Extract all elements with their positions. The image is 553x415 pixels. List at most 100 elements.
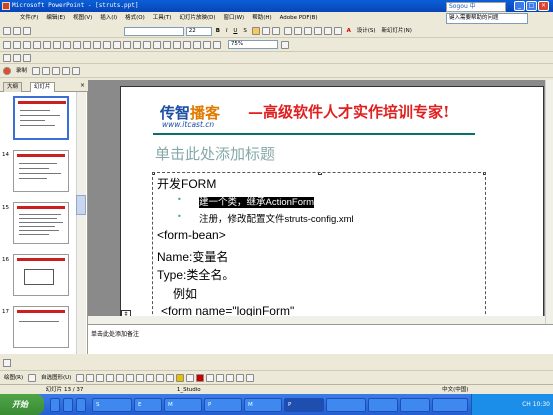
copy-icon[interactable] [103, 40, 111, 49]
taskbar-item[interactable] [432, 398, 468, 412]
thumbnail-scrollbar[interactable] [76, 92, 86, 354]
clipart-icon[interactable] [156, 374, 165, 382]
notes-pane[interactable]: 单击此处添加备注 [88, 324, 553, 354]
line-icon[interactable] [76, 374, 85, 382]
thumbnail-scroll-thumb[interactable] [76, 195, 86, 215]
new-slide-button[interactable]: 新幻灯片(N) [381, 24, 411, 38]
dash-style-icon[interactable] [216, 374, 225, 382]
spelling-icon[interactable] [73, 40, 81, 49]
permission-icon[interactable] [33, 40, 41, 49]
menu-format[interactable]: 格式(O) [121, 12, 149, 24]
pause-icon[interactable] [31, 67, 40, 75]
taskbar-item[interactable]: P [204, 398, 242, 412]
quicklaunch-icon[interactable] [76, 398, 86, 412]
align-right-icon[interactable] [271, 27, 280, 35]
taskbar-item-active[interactable]: P [284, 398, 324, 412]
arrow-icon[interactable] [86, 374, 95, 382]
record-icon[interactable] [3, 67, 11, 75]
pdf-review-icon[interactable] [23, 27, 31, 35]
misc-tool-3-icon[interactable] [23, 53, 31, 62]
undo-icon[interactable] [133, 40, 141, 49]
cut-icon[interactable] [93, 40, 101, 49]
format-painter-icon[interactable] [123, 40, 131, 49]
settings-icon[interactable] [61, 67, 70, 75]
body-text-box[interactable]: 开发FORM • 建一个类，继承ActionForm • 注册，修改配置文件st… [152, 172, 486, 324]
close-pane-icon[interactable]: × [80, 82, 85, 89]
thumbnail-slide-16[interactable] [13, 254, 69, 296]
sogou-ime-logo[interactable]: Sogou 中 [446, 2, 506, 12]
increase-indent-icon[interactable] [333, 27, 342, 35]
thumbnail-slide-13[interactable] [13, 96, 69, 140]
menu-slideshow[interactable]: 幻灯片放映(D) [175, 12, 219, 24]
taskbar-item[interactable]: M [244, 398, 282, 412]
menu-help[interactable]: 帮助(H) [248, 12, 275, 24]
title-placeholder[interactable]: 单击此处添加标题 [155, 143, 275, 164]
taskbar-item[interactable]: E [134, 398, 162, 412]
rectangle-icon[interactable] [96, 374, 105, 382]
zoom-select[interactable]: 75% [227, 40, 278, 49]
open-icon[interactable] [13, 40, 21, 49]
menu-view[interactable]: 视图(V) [69, 12, 96, 24]
bold-button[interactable]: B [216, 24, 220, 38]
tab-slides[interactable]: 幻灯片 [30, 82, 55, 92]
underline-button[interactable]: U [233, 24, 237, 38]
selected-text[interactable]: 建一个类，继承ActionForm [199, 197, 315, 208]
line-style-icon[interactable] [206, 374, 215, 382]
research-icon[interactable] [83, 40, 91, 49]
3d-style-icon[interactable] [246, 374, 255, 382]
line-color-icon[interactable] [186, 374, 195, 382]
taskbar-item[interactable] [368, 398, 398, 412]
hyperlink-icon[interactable] [153, 40, 161, 49]
menu-file[interactable]: 文件(F) [16, 12, 42, 24]
quicklaunch-icon[interactable] [50, 398, 60, 412]
italic-button[interactable]: I [226, 24, 228, 38]
align-left-icon[interactable] [251, 27, 260, 35]
taskbar-item[interactable]: S [92, 398, 132, 412]
numbering-icon[interactable] [283, 27, 292, 35]
redo-icon[interactable] [143, 40, 151, 49]
vertical-textbox-icon[interactable] [126, 374, 135, 382]
thumbnail-slide-14[interactable] [13, 150, 69, 192]
font-size-select[interactable]: 22 [185, 26, 212, 36]
misc-tool-1-icon[interactable] [3, 53, 11, 62]
tab-outline[interactable]: 大纲 [3, 82, 23, 92]
oval-icon[interactable] [106, 374, 115, 382]
taskbar-item[interactable] [326, 398, 366, 412]
shadow-style-icon[interactable] [236, 374, 245, 382]
paste-icon[interactable] [113, 40, 121, 49]
fill-color-icon[interactable] [176, 374, 185, 382]
print-preview-icon[interactable] [63, 40, 71, 49]
close-button[interactable]: × [538, 1, 549, 11]
draw-menu-button[interactable]: 绘图(R) [4, 371, 23, 385]
menu-tools[interactable]: 工具(T) [149, 12, 176, 24]
powerpoint-app-icon[interactable] [2, 2, 10, 10]
save-icon[interactable] [23, 40, 31, 49]
menu-window[interactable]: 窗口(W) [219, 12, 248, 24]
record-button[interactable]: 录制 [16, 64, 27, 78]
thumbnail-slide-15[interactable] [13, 202, 69, 244]
picture-icon[interactable] [166, 374, 175, 382]
snapshot-icon[interactable] [51, 67, 60, 75]
vertical-scrollbar[interactable] [545, 80, 553, 324]
misc-tool-2-icon[interactable] [13, 53, 21, 62]
grid-icon[interactable] [203, 40, 211, 49]
font-color-icon[interactable] [196, 374, 205, 382]
shadow-button[interactable]: S [243, 24, 247, 38]
formatting-marks-icon[interactable] [193, 40, 201, 49]
menu-adobe-pdf[interactable]: Adobe PDF(B) [276, 12, 322, 24]
menu-insert[interactable]: 插入(I) [96, 12, 121, 24]
pdf-icon[interactable] [3, 27, 11, 35]
start-button[interactable]: 开始 [0, 394, 44, 415]
menu-edit[interactable]: 编辑(E) [42, 12, 69, 24]
decrease-font-icon[interactable] [313, 27, 322, 35]
textbox-icon[interactable] [116, 374, 125, 382]
select-arrow-icon[interactable] [28, 374, 37, 382]
pdf-mail-icon[interactable] [13, 27, 21, 35]
normal-view-icon[interactable] [3, 359, 11, 367]
help-search-input[interactable]: 键入需要帮助的问题 [446, 13, 528, 24]
taskbar-item[interactable] [400, 398, 430, 412]
thumbnail-slide-17[interactable] [13, 306, 69, 348]
email-icon[interactable] [43, 40, 51, 49]
stop-icon[interactable] [41, 67, 50, 75]
horizontal-scrollbar[interactable] [88, 316, 545, 324]
